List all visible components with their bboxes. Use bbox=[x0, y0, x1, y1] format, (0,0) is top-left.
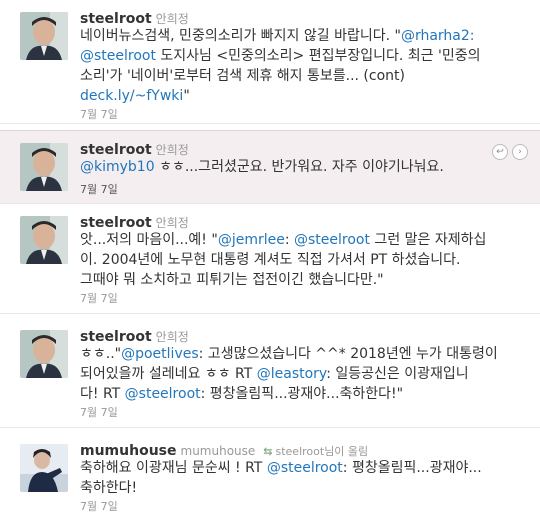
url-link[interactable]: deck.ly/~fYwki bbox=[80, 88, 183, 104]
tweet[interactable]: steelroot 안희정 ↩ › @kimyb10 ㅎㅎ...그러셨군요. 반가워… bbox=[0, 130, 540, 204]
real-name: 안희정 bbox=[155, 330, 189, 344]
tweet-text: @kimyb10 ㅎㅎ...그러셨군요. 반가워요. 자주 이야기나눠요. bbox=[80, 157, 530, 177]
text-segment: 그런 말은 자제하십 bbox=[369, 232, 487, 248]
tweet-text: ㅎㅎ.."@poetlives: 고생많으셨습니다 ^^* 2018년엔 누가 … bbox=[80, 344, 530, 404]
tweet-header: steelroot 안희정 bbox=[80, 139, 189, 158]
tweet-text-line: ㅎㅎ.."@poetlives: 고생많으셨습니다 ^^* 2018년엔 누가 … bbox=[80, 344, 530, 364]
text-segment: 되어있을까 설레네요 ㅎㅎ RT bbox=[80, 366, 257, 382]
timestamp[interactable]: 7월 7일 bbox=[80, 290, 118, 306]
tweet-text-line: 앗...저의 마음이...예! "@jemrlee: @steelroot 그런… bbox=[80, 230, 530, 250]
mention-link[interactable]: @poetlives bbox=[121, 346, 199, 362]
username[interactable]: steelroot bbox=[80, 329, 152, 345]
text-segment: : bbox=[284, 232, 295, 248]
username[interactable]: steelroot bbox=[80, 11, 152, 27]
text-segment: ㅎㅎ...그러셨군요. 반가워요. 자주 이야기나눠요. bbox=[154, 159, 444, 175]
tweet[interactable]: steelroot 안희정 네이버뉴스검색, 민중의소리가 빠지지 않길 바랍니다… bbox=[0, 0, 540, 124]
tweet-header: steelroot 안희정 bbox=[80, 326, 189, 345]
mention-link[interactable]: @leastory bbox=[257, 366, 326, 382]
mention-link[interactable]: @steelroot bbox=[294, 232, 370, 248]
tweet-header: steelroot 안희정 bbox=[80, 212, 189, 231]
real-name: 안희정 bbox=[155, 12, 189, 26]
tweet-text-line: 축하해요 이광재님 문순씨 ! RT @steelroot: 평창올림픽...광… bbox=[80, 458, 530, 478]
timestamp[interactable]: 7월 7일 bbox=[80, 404, 118, 420]
text-segment: : 일등공신은 이광재입니 bbox=[326, 366, 469, 382]
text-segment: 그때야 뭐 소치하고 피튀기는 접전이긴 했습니다만." bbox=[80, 272, 384, 288]
avatar[interactable] bbox=[20, 143, 68, 191]
real-name: mumuhouse bbox=[180, 444, 256, 458]
tweet-header: mumuhouse mumuhouse ⇆ steelroot님이 올림 bbox=[80, 440, 368, 459]
avatar[interactable] bbox=[20, 216, 68, 264]
tweet-text: 축하해요 이광재님 문순씨 ! RT @steelroot: 평창올림픽...광… bbox=[80, 458, 530, 498]
username[interactable]: steelroot bbox=[80, 215, 152, 231]
text-segment: 도지사님 <민중의소리> 편집부장입니다. 최근 '민중의 bbox=[155, 48, 481, 64]
tweet-timeline: steelroot 안희정 네이버뉴스검색, 민중의소리가 빠지지 않길 바랍니다… bbox=[0, 0, 540, 528]
text-segment: 축하한다! bbox=[80, 480, 138, 496]
tweet-text-line: deck.ly/~fYwki" bbox=[80, 86, 530, 106]
text-segment: : 평창올림픽...광재야...축하한다!" bbox=[200, 386, 404, 402]
avatar[interactable] bbox=[20, 12, 68, 60]
mention-link[interactable]: @steelroot bbox=[80, 48, 156, 64]
tweet-text-line: 네이버뉴스검색, 민중의소리가 빠지지 않길 바랍니다. "@rharha2: bbox=[80, 26, 530, 46]
tweet-text-line: 되어있을까 설레네요 ㅎㅎ RT @leastory: 일등공신은 이광재입니 bbox=[80, 364, 530, 384]
text-segment: : 고생많으셨습니다 ^^* 2018년엔 누가 대통령이 bbox=[198, 346, 498, 362]
tweet-text: 앗...저의 마음이...예! "@jemrlee: @steelroot 그런… bbox=[80, 230, 530, 290]
tweet[interactable]: steelroot 안희정 앗...저의 마음이...예! "@jemrlee: … bbox=[0, 204, 540, 314]
username[interactable]: steelroot bbox=[80, 142, 152, 158]
retweeted-by-label: steelroot님이 올림 bbox=[275, 445, 369, 458]
text-segment: 축하해요 이광재님 문순씨 ! RT bbox=[80, 460, 267, 476]
tweet-text-line: @kimyb10 ㅎㅎ...그러셨군요. 반가워요. 자주 이야기나눠요. bbox=[80, 157, 530, 177]
retweet-icon: ⇆ bbox=[263, 445, 273, 458]
tweet-text-line: 축하한다! bbox=[80, 478, 530, 498]
real-name: 안희정 bbox=[155, 143, 189, 157]
retweeted-by[interactable]: ⇆ steelroot님이 올림 bbox=[263, 445, 368, 458]
text-segment: ㅎㅎ.." bbox=[80, 346, 122, 362]
text-segment: " bbox=[183, 88, 190, 104]
tweet-text-line: 그때야 뭐 소치하고 피튀기는 접전이긴 했습니다만." bbox=[80, 270, 530, 290]
real-name: 안희정 bbox=[155, 216, 189, 230]
tweet-text: 네이버뉴스검색, 민중의소리가 빠지지 않길 바랍니다. "@rharha2: @… bbox=[80, 26, 530, 106]
tweet-text-line: 이. 2004년에 노무현 대통령 계셔도 직접 가셔서 PT 하셨습니다. bbox=[80, 250, 530, 270]
timestamp[interactable]: 7월 7일 bbox=[80, 498, 118, 514]
avatar[interactable] bbox=[20, 444, 68, 492]
text-segment: 소리'가 '네이버'로부터 검색 제휴 해지 통보를... (cont) bbox=[80, 68, 405, 84]
text-segment: 다! RT bbox=[80, 386, 125, 402]
mention-link[interactable]: @rharha2: bbox=[401, 28, 475, 44]
mention-link[interactable]: @steelroot bbox=[125, 386, 201, 402]
text-segment: 앗...저의 마음이...예! " bbox=[80, 232, 218, 248]
timestamp[interactable]: 7월 7일 bbox=[80, 106, 118, 122]
text-segment: 네이버뉴스검색, 민중의소리가 빠지지 않길 바랍니다. " bbox=[80, 28, 401, 44]
mention-link[interactable]: @kimyb10 bbox=[80, 159, 155, 175]
username[interactable]: mumuhouse bbox=[80, 443, 177, 459]
timestamp[interactable]: 7월 7일 bbox=[80, 181, 118, 197]
tweet-text-line: @steelroot 도지사님 <민중의소리> 편집부장입니다. 최근 '민중의 bbox=[80, 46, 530, 66]
tweet-text-line: 다! RT @steelroot: 평창올림픽...광재야...축하한다!" bbox=[80, 384, 530, 404]
tweet-header: steelroot 안희정 bbox=[80, 8, 189, 27]
mention-link[interactable]: @jemrlee bbox=[218, 232, 285, 248]
tweet-text-line: 소리'가 '네이버'로부터 검색 제휴 해지 통보를... (cont) bbox=[80, 66, 530, 86]
tweet[interactable]: steelroot 안희정 ㅎㅎ.."@poetlives: 고생많으셨습니다 ^… bbox=[0, 318, 540, 428]
text-segment: : 평창올림픽...광재야... bbox=[342, 460, 482, 476]
mention-link[interactable]: @steelroot bbox=[267, 460, 343, 476]
avatar[interactable] bbox=[20, 330, 68, 378]
text-segment: 이. 2004년에 노무현 대통령 계셔도 직접 가셔서 PT 하셨습니다. bbox=[80, 252, 461, 268]
tweet[interactable]: mumuhouse mumuhouse ⇆ steelroot님이 올림 축하해요 이… bbox=[0, 432, 540, 528]
